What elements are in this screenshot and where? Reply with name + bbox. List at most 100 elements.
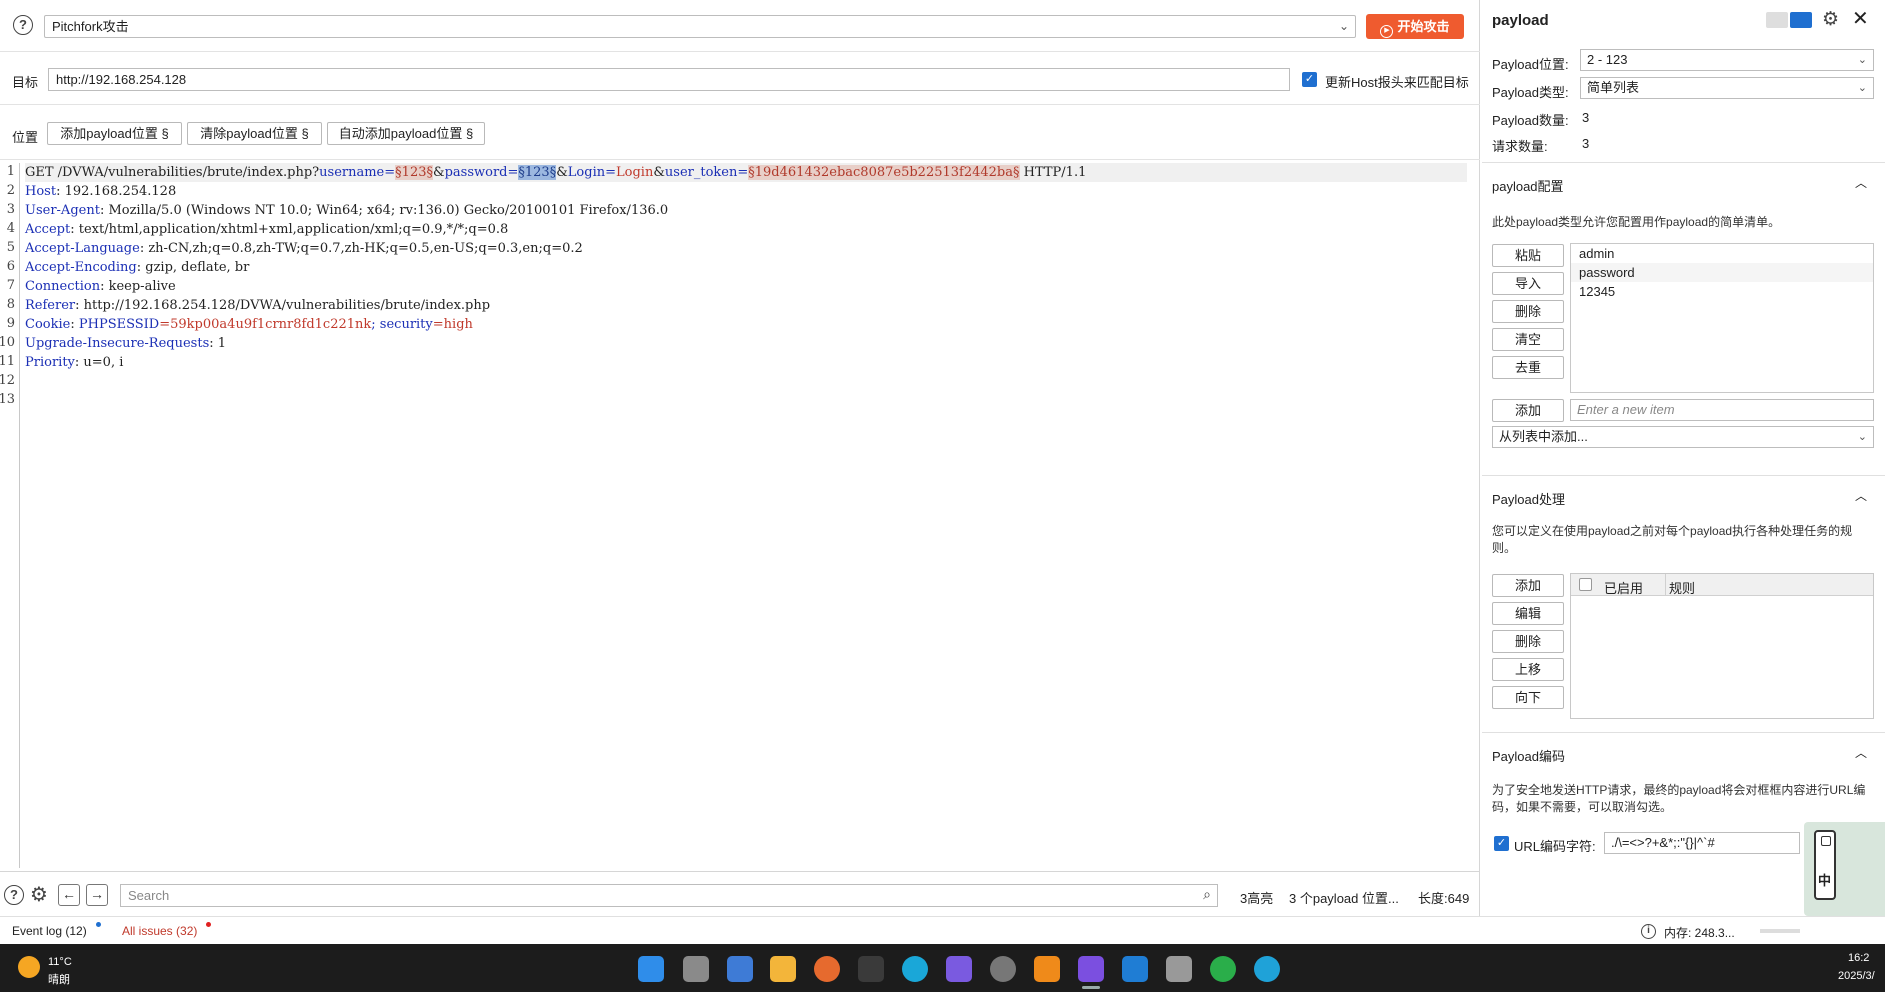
request-editor[interactable]: 1 2 3 4 5 6 7 8 9 10 11 12 13 GET /DVWA/… xyxy=(0,163,1480,868)
line-number: 3 xyxy=(6,202,15,217)
layout-split-icon[interactable] xyxy=(1790,12,1812,28)
back-arrow-icon[interactable]: ← xyxy=(58,884,80,906)
payload-settings-pane: payload ⚙ ✕ Payload位置: 2 - 123 ⌄ Payload类… xyxy=(1482,0,1885,916)
line-number: 6 xyxy=(6,259,15,274)
search-input[interactable]: Search ⌕ xyxy=(120,884,1218,907)
microsoft-store-icon[interactable] xyxy=(727,956,753,982)
payload-marker-selected[interactable]: §123§ xyxy=(518,165,557,180)
header-line: User-Agent: Mozilla/5.0 (Windows NT 10.0… xyxy=(25,201,668,220)
attack-type-select[interactable]: Pitchfork攻击 ⌄ xyxy=(44,15,1356,38)
update-host-checkbox[interactable]: ✓ xyxy=(1302,72,1317,87)
payload-type-select[interactable]: 简单列表 ⌄ xyxy=(1580,77,1874,99)
positions-pane: ? Pitchfork攻击 ⌄ ▶ 开始攻击 目标 http://192.168.… xyxy=(0,0,1480,944)
auto-add-payload-position-button[interactable]: 自动添加payload位置 § xyxy=(327,122,485,145)
start-attack-button[interactable]: ▶ 开始攻击 xyxy=(1366,14,1464,39)
cookie-value: 59kp00a4u9f1crnr8fd1c221nk xyxy=(170,317,372,332)
move-down-button[interactable]: 向下 xyxy=(1492,686,1564,709)
payload-position-select[interactable]: 2 - 123 ⌄ xyxy=(1580,49,1874,71)
list-item[interactable]: 12345 xyxy=(1571,282,1873,301)
list-item[interactable]: password xyxy=(1571,263,1873,282)
paste-button[interactable]: 粘贴 xyxy=(1492,244,1564,267)
all-issues-link[interactable]: All issues (32) xyxy=(122,924,197,938)
update-host-label: 更新Host报头来匹配目标 xyxy=(1325,75,1469,90)
payload-list[interactable]: admin password 12345 xyxy=(1570,243,1874,393)
cookie-line: Cookie: PHPSESSID=59kp00a4u9f1crnr8fd1c2… xyxy=(25,315,473,334)
app-icon[interactable] xyxy=(1166,956,1192,982)
burp-suite-icon[interactable] xyxy=(1078,956,1104,982)
url-encode-chars-input[interactable]: ./\=<>?+&*;:"{}|^`# xyxy=(1604,832,1800,854)
payload-positions-count[interactable]: 3 个payload 位置... xyxy=(1289,888,1399,907)
payload-config-title: payload配置 xyxy=(1492,179,1564,194)
chevron-up-icon[interactable]: ︿ xyxy=(1855,174,1867,191)
app-icon[interactable] xyxy=(1254,956,1280,982)
delete-button[interactable]: 删除 xyxy=(1492,300,1564,323)
url-encode-checkbox[interactable]: ✓ xyxy=(1494,836,1509,851)
processing-rules-table[interactable]: 已启用 规则 xyxy=(1570,573,1874,719)
settings-gear-icon[interactable]: ⚙ xyxy=(1822,8,1839,31)
header-key: Upgrade-Insecure-Requests xyxy=(25,336,210,351)
chevron-up-icon[interactable]: ︿ xyxy=(1855,487,1867,504)
payload-marker[interactable]: §19d461432ebac8087e5b22513f2442ba§ xyxy=(748,165,1020,180)
settings-gear-icon[interactable]: ⚙ xyxy=(30,882,48,907)
edge-icon[interactable] xyxy=(902,956,928,982)
delete-rule-button[interactable]: 删除 xyxy=(1492,630,1564,653)
help-icon[interactable]: ? xyxy=(4,885,24,905)
event-log-link[interactable]: Event log (12) xyxy=(12,924,87,938)
payload-panel-title: payload xyxy=(1492,12,1549,29)
deduplicate-button[interactable]: 去重 xyxy=(1492,356,1564,379)
help-icon[interactable]: ? xyxy=(13,15,33,35)
file-explorer-icon[interactable] xyxy=(770,956,796,982)
line-number: 10 xyxy=(0,335,15,350)
close-icon[interactable]: ✕ xyxy=(1852,6,1869,31)
status-bar: Event log (12) All issues (32) i 内存: 248… xyxy=(0,916,1885,944)
line-number: 1 xyxy=(6,164,15,179)
vmware-icon[interactable] xyxy=(858,956,884,982)
app-icon[interactable] xyxy=(990,956,1016,982)
ime-toolbar[interactable]: 中 xyxy=(1814,830,1836,900)
chevron-up-icon[interactable]: ︿ xyxy=(1855,744,1867,761)
line-number: 13 xyxy=(0,392,15,407)
clock-time: 16:2 xyxy=(1848,952,1870,964)
header-line: Accept-Language: zh-CN,zh;q=0.8,zh-TW;q=… xyxy=(25,239,583,258)
line-number: 8 xyxy=(6,297,15,312)
param-value: Login xyxy=(616,165,654,180)
import-button[interactable]: 导入 xyxy=(1492,272,1564,295)
enabled-header-checkbox[interactable] xyxy=(1579,578,1592,591)
chevron-down-icon: ⌄ xyxy=(1857,82,1867,94)
move-up-button[interactable]: 上移 xyxy=(1492,658,1564,681)
forward-arrow-icon[interactable]: → xyxy=(86,884,108,906)
start-attack-label: 开始攻击 xyxy=(1397,19,1450,34)
app-icon[interactable] xyxy=(1034,956,1060,982)
clear-payload-position-button[interactable]: 清除payload位置 § xyxy=(187,122,322,145)
add-from-list-select[interactable]: 从列表中添加... ⌄ xyxy=(1492,426,1874,448)
table-header: 已启用 规则 xyxy=(1571,574,1873,596)
clear-button[interactable]: 清空 xyxy=(1492,328,1564,351)
add-rule-button[interactable]: 添加 xyxy=(1492,574,1564,597)
firefox-icon[interactable] xyxy=(814,956,840,982)
windows-start-icon[interactable] xyxy=(638,956,664,982)
payload-config-section: payload配置 ︿ 此处payload类型允许您配置用作payload的简单… xyxy=(1482,164,1885,476)
info-icon[interactable]: i xyxy=(1641,924,1656,939)
payload-marker[interactable]: §123§ xyxy=(395,165,433,180)
edit-rule-button[interactable]: 编辑 xyxy=(1492,602,1564,625)
burp-intruder-window: ? Pitchfork攻击 ⌄ ▶ 开始攻击 目标 http://192.168.… xyxy=(0,0,1885,944)
task-view-icon[interactable] xyxy=(683,956,709,982)
issues-notification-dot xyxy=(206,922,211,927)
add-payload-position-button[interactable]: 添加payload位置 § xyxy=(47,122,182,145)
dragon-wallpaper-decoration: 中 xyxy=(1804,822,1885,916)
request-count-value: 3 xyxy=(1582,136,1590,151)
payload-type-label: Payload类型: xyxy=(1492,85,1569,100)
memory-usage-bar xyxy=(1760,929,1800,933)
list-item[interactable]: admin xyxy=(1571,244,1873,263)
target-url-input[interactable]: http://192.168.254.128 xyxy=(48,68,1290,91)
app-icon[interactable] xyxy=(946,956,972,982)
header-value: : u=0, i xyxy=(74,355,124,370)
wechat-icon[interactable] xyxy=(1210,956,1236,982)
new-item-input[interactable]: Enter a new item xyxy=(1570,399,1874,421)
payload-config-desc: 此处payload类型允许您配置用作payload的简单清单。 xyxy=(1492,215,1781,229)
add-from-list-value: 从列表中添加... xyxy=(1499,429,1588,444)
weather-sun-icon[interactable] xyxy=(18,956,40,978)
vscode-icon[interactable] xyxy=(1122,956,1148,982)
add-item-button[interactable]: 添加 xyxy=(1492,399,1564,422)
layout-list-icon[interactable] xyxy=(1766,12,1788,28)
